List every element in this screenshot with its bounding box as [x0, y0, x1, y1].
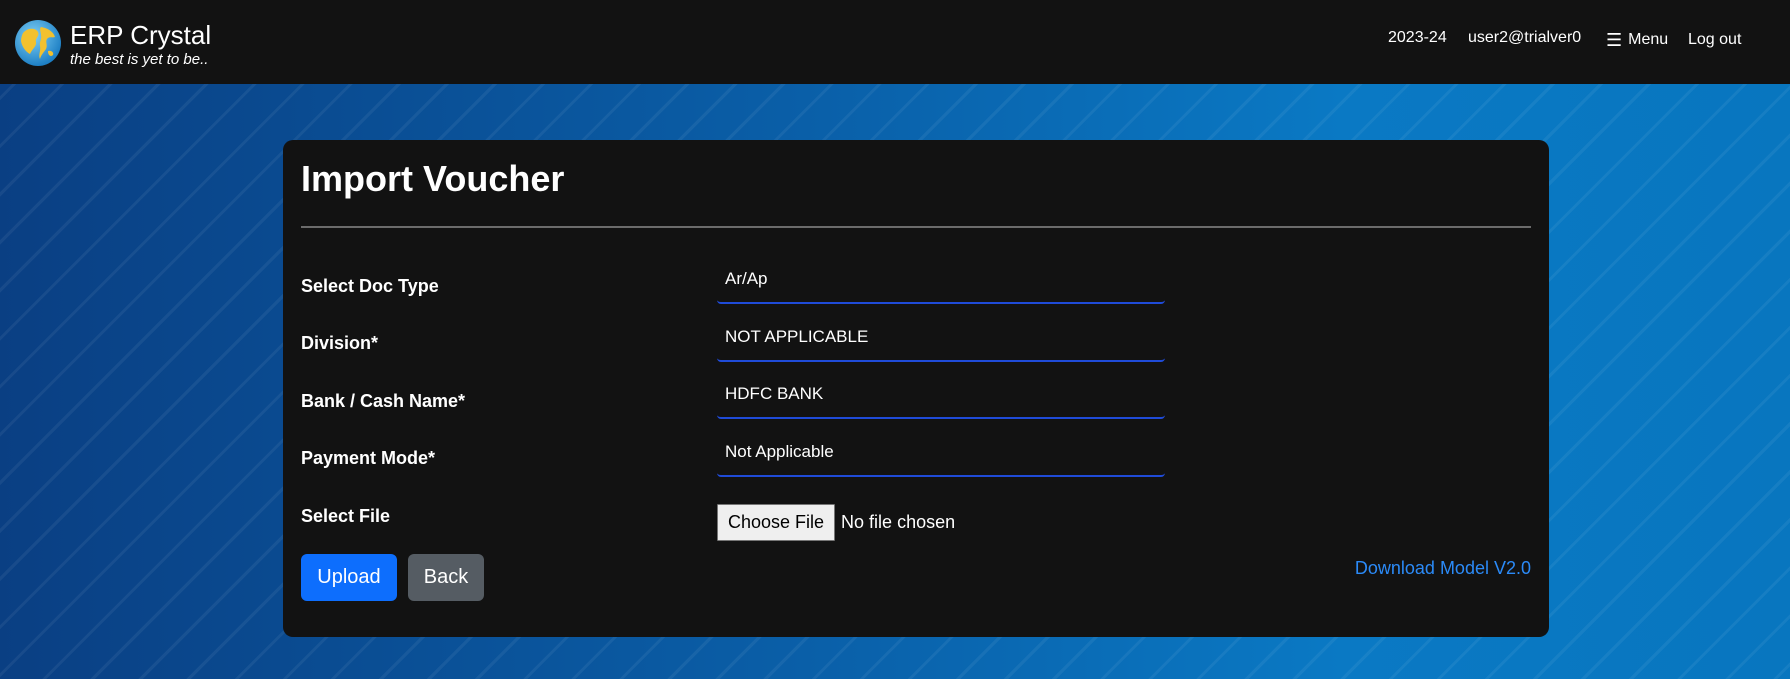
doc-type-select[interactable]: Ar/Ap [717, 262, 1165, 304]
page-title: Import Voucher [301, 158, 565, 199]
choose-file-button[interactable]: Choose File [717, 504, 836, 541]
file-status: No file chosen [841, 512, 956, 532]
download-model-link[interactable]: Download Model V2.0 [1355, 558, 1531, 579]
file-input[interactable]: Choose File No file chosen [717, 504, 955, 541]
globe-icon [15, 20, 61, 66]
app-name: ERP Crystal [70, 19, 212, 50]
financial-year[interactable]: 2023-24 [1388, 29, 1447, 47]
app-tagline: the best is yet to be.. [70, 50, 209, 68]
hamburger-icon: ☰ [1606, 30, 1623, 50]
brand[interactable]: ERP Crystal the best is yet to be.. [14, 19, 211, 67]
title-divider [301, 226, 1531, 228]
bank-cash-label: Bank / Cash Name* [301, 391, 466, 411]
user-account[interactable]: user2@trialver0 [1468, 29, 1581, 47]
bank-cash-select[interactable]: HDFC BANK [717, 377, 1165, 419]
menu-button[interactable]: ☰ Menu [1606, 31, 1668, 49]
upload-button[interactable]: Upload [301, 554, 397, 601]
division-select[interactable]: NOT APPLICABLE [717, 320, 1165, 362]
logout-link[interactable]: Log out [1688, 31, 1741, 49]
payment-mode-label: Payment Mode* [301, 448, 436, 468]
division-label: Division* [301, 333, 379, 353]
back-button[interactable]: Back [408, 554, 484, 601]
select-file-label: Select File [301, 506, 391, 526]
top-navbar: ERP Crystal the best is yet to be.. 2023… [0, 0, 1790, 84]
menu-label: Menu [1628, 31, 1669, 48]
payment-mode-select[interactable]: Not Applicable [717, 435, 1165, 477]
doc-type-label: Select Doc Type [301, 276, 439, 296]
import-voucher-card: Import Voucher Select Doc Type Ar/Ap Div… [283, 140, 1549, 637]
